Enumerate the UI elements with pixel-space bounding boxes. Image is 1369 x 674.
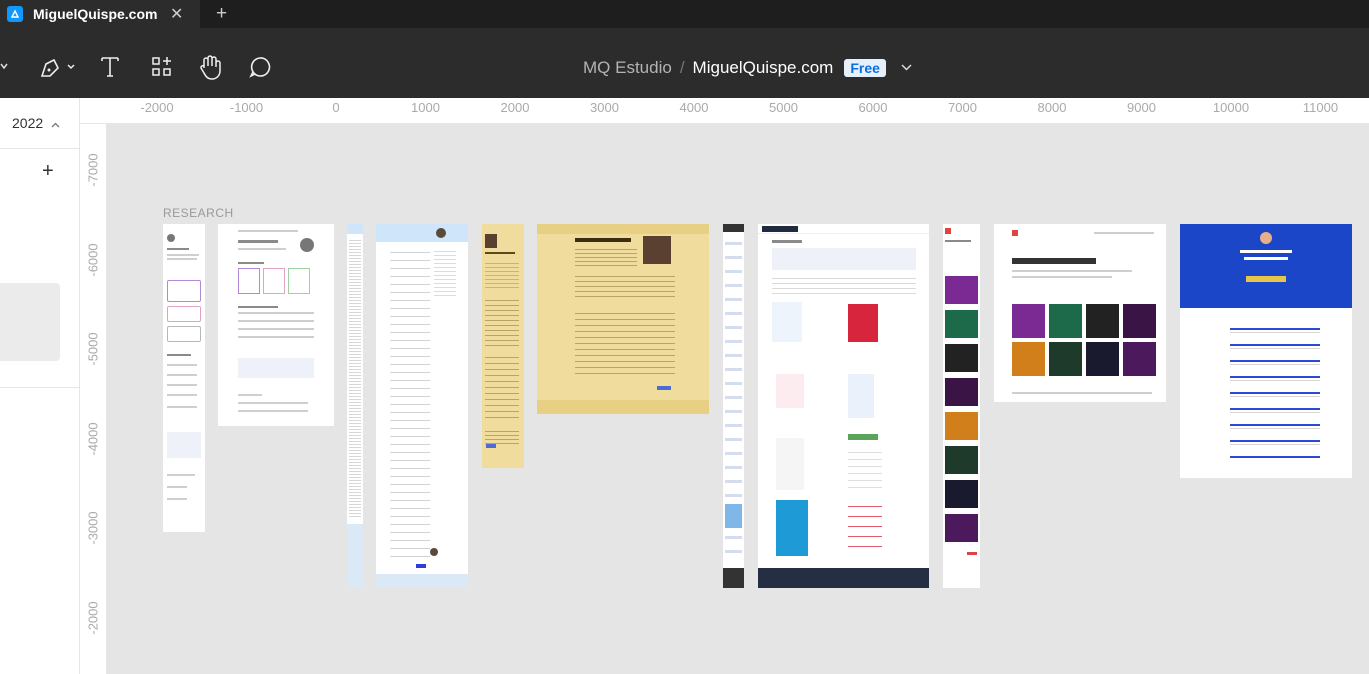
horizontal-ruler: -2000 -1000 0 1000 2000 3000 4000 5000 6000 7000 8… [80, 98, 1369, 124]
ruler-tick-label: 2000 [500, 100, 530, 115]
panel-divider [0, 387, 80, 388]
pen-icon [40, 58, 75, 77]
avatar [643, 236, 671, 264]
page-name: 2022 [12, 115, 44, 131]
frame-websites-desktop[interactable] [994, 224, 1166, 402]
add-page-button[interactable]: + [42, 160, 54, 183]
avatar [485, 234, 497, 248]
ruler-tick-label: -5000 [85, 332, 101, 366]
ruler-tick-label: 9000 [1127, 100, 1156, 115]
avatar [167, 234, 175, 242]
frame-lee-mobile[interactable] [163, 224, 205, 532]
page-selector[interactable]: 2022 [12, 115, 60, 131]
frame-mobile-strip[interactable] [723, 224, 744, 588]
toolbar: MQ Estudio / MiguelQuispe.com Free [0, 28, 1369, 98]
frame-lee-desktop[interactable] [218, 224, 334, 426]
components-icon [152, 57, 171, 76]
panel-divider [0, 148, 80, 149]
ruler-tick-label: 1000 [411, 100, 440, 115]
section-label: RESEARCH [163, 206, 234, 220]
ruler-tick-label: -4000 [85, 421, 101, 456]
ruler-tick-label: 8000 [1037, 100, 1067, 115]
design-canvas[interactable]: RESEARCH [107, 124, 1369, 674]
tab-bar: MiguelQuispe.com ✕ + [0, 0, 1369, 28]
frame-visual-blog[interactable] [1180, 224, 1352, 478]
frame-chris[interactable] [758, 224, 929, 588]
team-name[interactable]: MQ Estudio [583, 58, 672, 78]
text-icon [101, 57, 119, 77]
file-breadcrumb: MQ Estudio / MiguelQuispe.com Free [583, 58, 912, 78]
ruler-tick-label: -3000 [85, 511, 101, 545]
frame-tania-desktop[interactable] [537, 224, 709, 414]
ruler-tick-label: 6000 [858, 100, 888, 115]
frame-narrow-article[interactable] [347, 224, 363, 588]
left-panel: 2022 + [0, 98, 80, 674]
tab-title: MiguelQuispe.com [33, 6, 158, 22]
chevron-up-icon [51, 120, 60, 130]
new-tab-button[interactable]: + [216, 3, 227, 25]
file-tab[interactable]: MiguelQuispe.com ✕ [0, 0, 200, 28]
comment-icon [249, 57, 271, 78]
breadcrumb-separator: / [679, 58, 685, 77]
vertical-ruler: -7000 -6000 -5000 -4000 -3000 -2000 [80, 124, 107, 674]
ruler-tick-label: -1000 [229, 100, 264, 115]
ruler-tick-label: -7000 [85, 153, 101, 187]
components-tool-button[interactable] [151, 54, 173, 80]
ruler-tick-label: 0 [332, 100, 340, 115]
comment-tool-button[interactable] [248, 54, 272, 80]
frame-tania-mobile[interactable] [482, 224, 524, 468]
avatar [300, 238, 314, 252]
ruler-tick-label: -6000 [85, 242, 101, 277]
selected-layer-row[interactable] [0, 283, 60, 361]
ruler-tick-label: 3000 [590, 100, 619, 115]
ruler-tick-label: 11000 [1302, 100, 1339, 115]
close-tab-icon[interactable]: ✕ [170, 4, 183, 24]
ruler-tick-label: -2000 [140, 100, 174, 115]
plan-badge[interactable]: Free [844, 59, 886, 77]
ruler-tick-label: 4000 [679, 100, 709, 115]
text-tool-button[interactable] [100, 54, 120, 80]
ruler-tick-label: -2000 [85, 600, 101, 635]
hand-icon [200, 55, 221, 80]
pen-tool-button[interactable] [38, 54, 78, 80]
ruler-tick-label: 5000 [769, 100, 798, 115]
frame-websites-mobile[interactable] [943, 224, 980, 588]
file-name[interactable]: MiguelQuispe.com [693, 58, 834, 78]
figma-file-icon [7, 6, 23, 22]
move-tool-caret[interactable] [0, 54, 8, 80]
avatar [1260, 232, 1272, 244]
frame-blue-blog[interactable] [376, 224, 468, 588]
avatar [436, 228, 446, 238]
ruler-tick-label: 7000 [948, 100, 977, 115]
ruler-tick-label: 10000 [1212, 100, 1250, 115]
chevron-down-icon[interactable] [901, 62, 912, 74]
hand-tool-button[interactable] [198, 54, 222, 80]
